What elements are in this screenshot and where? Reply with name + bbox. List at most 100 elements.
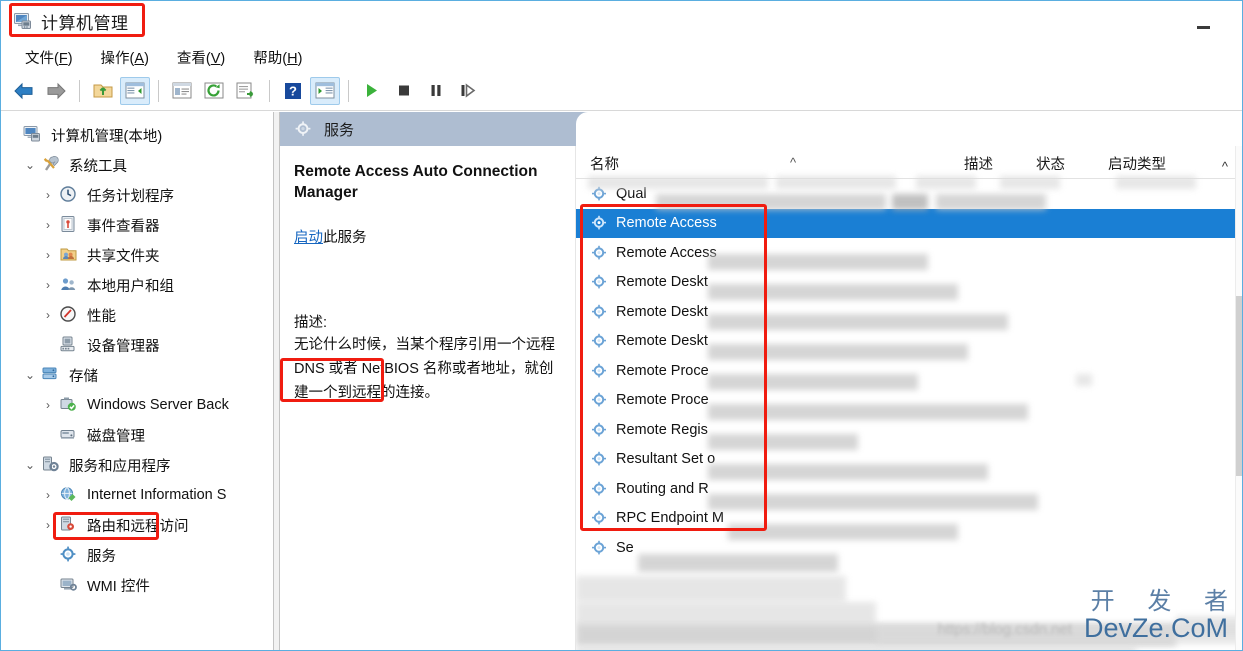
chevron-right-icon[interactable]: › <box>37 278 59 292</box>
toolbar-separator <box>79 79 80 102</box>
column-header-description[interactable]: 描述 <box>964 153 1036 178</box>
table-row[interactable]: Remote Regis <box>576 415 1242 445</box>
column-header-status[interactable]: 状态 <box>1036 153 1108 178</box>
device-manager-icon <box>59 335 81 355</box>
chevron-right-icon[interactable]: › <box>37 218 59 232</box>
tree-item-label: 共享文件夹 <box>87 248 160 265</box>
start-service-icon[interactable] <box>357 77 387 105</box>
table-row[interactable]: Resultant Set o <box>576 445 1242 475</box>
refresh-icon[interactable] <box>199 77 229 105</box>
iis-icon <box>59 485 81 505</box>
chevron-down-icon[interactable]: ⌄ <box>19 458 41 472</box>
tree-item-label: 计算机管理(本地) <box>51 128 163 145</box>
start-service-action[interactable]: 启动此服务 <box>294 226 367 247</box>
column-header-startup-type[interactable]: 启动类型 <box>1108 153 1200 178</box>
tree-item-event-viewer[interactable]: › 事件查看器 <box>1 210 273 240</box>
column-header-name[interactable]: 名称 ^ <box>576 153 964 178</box>
menu-item-help[interactable]: 帮助(H) <box>239 45 316 70</box>
stop-service-icon[interactable] <box>389 77 419 105</box>
chevron-right-icon[interactable]: › <box>37 188 59 202</box>
chevron-down-icon[interactable]: ⌄ <box>19 158 41 172</box>
chevron-right-icon[interactable]: › <box>37 398 59 412</box>
table-row[interactable]: Remote Deskt <box>576 297 1242 327</box>
start-service-link[interactable]: 启动 <box>294 230 323 246</box>
show-console-tree-icon[interactable] <box>120 76 150 105</box>
service-name: Resultant Set o <box>616 451 716 468</box>
table-row[interactable]: Se <box>576 533 1242 563</box>
computer-icon <box>23 125 45 145</box>
up-folder-icon[interactable] <box>88 77 118 105</box>
restart-service-icon[interactable] <box>453 77 483 105</box>
title-bar-content: 计算机管理 <box>13 7 129 35</box>
vertical-scrollbar[interactable] <box>1235 146 1242 650</box>
service-gear-icon <box>590 185 610 203</box>
console-tree[interactable]: 计算机管理(本地) ⌄ 系统工具 › 任务计划程序 › 事件查看器 › 共享文件… <box>1 112 273 650</box>
tree-item-computer-management[interactable]: 计算机管理(本地) <box>1 120 273 150</box>
help-icon[interactable]: ? <box>278 77 308 105</box>
services-list[interactable]: 名称 ^ 描述 状态 启动类型 ^ Qual Remote Access Rem… <box>576 146 1242 650</box>
chevron-right-icon[interactable]: › <box>37 488 59 502</box>
menu-item-file[interactable]: 文件(F) <box>11 45 87 70</box>
service-title: Remote Access Auto Connection Manager <box>294 163 538 201</box>
service-name: Remote Proce <box>616 392 709 409</box>
tree-item-storage[interactable]: ⌄ 存储 <box>1 360 273 390</box>
services-pane: 服务 Remote Access Auto Connection Manager… <box>280 112 1242 650</box>
menu-item-action[interactable]: 操作(A) <box>87 45 163 70</box>
pause-service-icon[interactable] <box>421 77 451 105</box>
tree-item-label: 存储 <box>69 368 98 385</box>
table-row[interactable]: RPC Endpoint M <box>576 504 1242 534</box>
tree-item-shared-folders[interactable]: › 共享文件夹 <box>1 240 273 270</box>
chevron-down-icon[interactable]: ⌄ <box>19 368 41 382</box>
services-apps-icon <box>41 455 63 475</box>
menu-bar: 文件(F) 操作(A) 查看(V) 帮助(H) <box>1 43 1242 71</box>
scrollbar-thumb[interactable] <box>1236 296 1242 476</box>
service-name: Remote Deskt <box>616 303 708 320</box>
service-name: Remote Regis <box>616 421 708 438</box>
disk-management-icon <box>59 425 81 445</box>
show-action-pane-icon[interactable] <box>310 76 340 105</box>
service-name: RPC Endpoint M <box>616 510 724 527</box>
title-bar: 计算机管理 <box>1 1 1242 43</box>
tree-item-windows-server-backup[interactable]: › Windows Server Back <box>1 390 273 420</box>
chevron-right-icon[interactable]: › <box>37 248 59 262</box>
service-name: Remote Deskt <box>616 333 708 350</box>
tree-item-wmi-control[interactable]: WMI 控件 <box>1 570 273 600</box>
table-row[interactable]: Remote Proce <box>576 356 1242 386</box>
chevron-right-icon[interactable]: › <box>37 308 59 322</box>
table-row[interactable]: Routing and R <box>576 474 1242 504</box>
table-row[interactable]: Qual <box>576 179 1242 209</box>
service-gear-icon <box>590 450 610 468</box>
toolbar-separator <box>158 79 159 102</box>
scroll-up-icon[interactable]: ^ <box>1222 159 1228 174</box>
tree-item-performance[interactable]: › 性能 <box>1 300 273 330</box>
tree-item-task-scheduler[interactable]: › 任务计划程序 <box>1 180 273 210</box>
table-row[interactable]: Remote Access <box>576 208 1242 238</box>
tree-item-routing-and-remote-access[interactable]: › 路由和远程访问 <box>1 510 273 540</box>
service-gear-icon <box>590 214 610 232</box>
properties-icon[interactable] <box>167 77 197 105</box>
tree-item-disk-management[interactable]: 磁盘管理 <box>1 420 273 450</box>
tree-item-internet-information-services[interactable]: › Internet Information S <box>1 480 273 510</box>
export-list-icon[interactable] <box>231 77 261 105</box>
list-header-row: 名称 ^ 描述 状态 启动类型 ^ <box>576 146 1242 179</box>
tree-item-device-manager[interactable]: 设备管理器 <box>1 330 273 360</box>
table-row[interactable]: Remote Access <box>576 238 1242 268</box>
forward-arrow-icon[interactable] <box>41 77 71 105</box>
minimize-button[interactable] <box>1190 13 1216 33</box>
tree-item-label: 事件查看器 <box>87 218 160 235</box>
table-row[interactable]: Remote Deskt <box>576 327 1242 357</box>
tree-item-services-and-applications[interactable]: ⌄ 服务和应用程序 <box>1 450 273 480</box>
service-name: Qual <box>616 185 647 202</box>
chevron-right-icon[interactable]: › <box>37 518 59 532</box>
menu-item-view[interactable]: 查看(V) <box>163 45 239 70</box>
back-arrow-icon[interactable] <box>9 77 39 105</box>
tree-item-services[interactable]: 服务 <box>1 540 273 570</box>
pane-splitter[interactable] <box>273 112 280 650</box>
list-rows: Qual Remote Access Remote Access Remote … <box>576 179 1242 563</box>
table-row[interactable]: Remote Proce <box>576 386 1242 416</box>
service-gear-icon <box>590 273 610 291</box>
service-gear-icon <box>590 539 610 557</box>
table-row[interactable]: Remote Deskt <box>576 268 1242 298</box>
tree-item-local-users-groups[interactable]: › 本地用户和组 <box>1 270 273 300</box>
tree-item-system-tools[interactable]: ⌄ 系统工具 <box>1 150 273 180</box>
